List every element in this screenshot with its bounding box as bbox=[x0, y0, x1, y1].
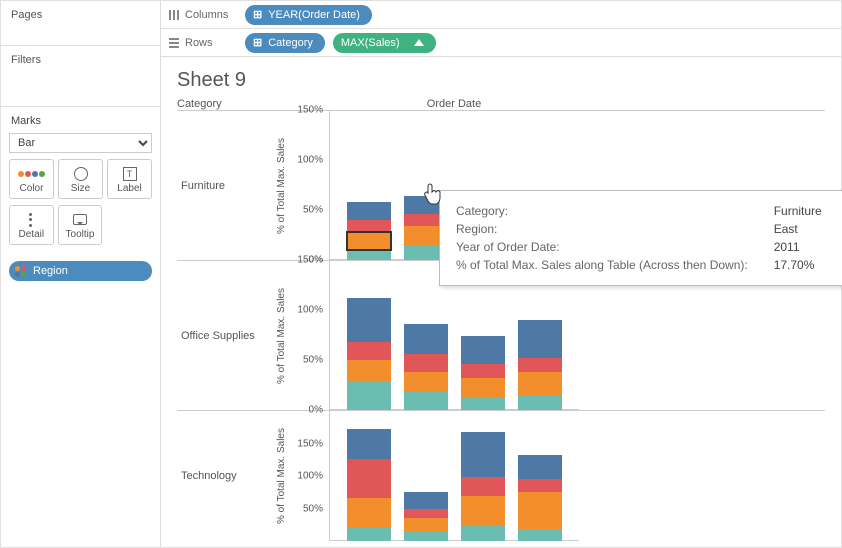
size-icon bbox=[74, 165, 88, 183]
filters-card: Filters bbox=[1, 46, 160, 107]
pill-max-sales-[interactable]: MAX(Sales) bbox=[333, 33, 436, 53]
tooltip-popup: Category:FurnitureRegion:EastYear of Ord… bbox=[439, 190, 842, 286]
bar-segment-east[interactable] bbox=[518, 492, 562, 530]
facet-label: Technology bbox=[177, 411, 273, 541]
rows-shelf[interactable]: Rows ⊞Category MAX(Sales) bbox=[161, 29, 841, 57]
y-axis-title: % of Total Max. Sales bbox=[273, 411, 289, 541]
facet-label: Office Supplies bbox=[177, 261, 273, 410]
bar-stack[interactable] bbox=[347, 298, 391, 410]
bar-stack[interactable] bbox=[347, 202, 391, 260]
detail-button[interactable]: Detail bbox=[9, 205, 54, 245]
pointer-cursor-icon bbox=[423, 182, 443, 206]
detail-icon bbox=[29, 211, 33, 229]
bar-segment-east[interactable] bbox=[347, 232, 391, 250]
bar-segment-south[interactable] bbox=[461, 477, 505, 495]
bar-segment-east[interactable] bbox=[404, 372, 448, 392]
bar-segment-central[interactable] bbox=[461, 398, 505, 410]
y-axis: 0%50%100%150% bbox=[289, 111, 329, 260]
bar-segment-west[interactable] bbox=[461, 336, 505, 364]
plot-area[interactable] bbox=[329, 411, 579, 541]
bar-segment-central[interactable] bbox=[347, 527, 391, 541]
y-axis: 50%100%150% bbox=[289, 411, 329, 541]
bar-segment-east[interactable] bbox=[461, 378, 505, 398]
color-icon bbox=[18, 165, 46, 183]
pill-year-order-date-[interactable]: ⊞YEAR(Order Date) bbox=[245, 5, 372, 25]
marks-title: Marks bbox=[1, 107, 160, 133]
bar-segment-south[interactable] bbox=[347, 342, 391, 360]
bar-stack[interactable] bbox=[518, 320, 562, 410]
bar-segment-south[interactable] bbox=[347, 220, 391, 232]
filters-title: Filters bbox=[1, 46, 160, 106]
main-area: Columns ⊞YEAR(Order Date) Rows ⊞Category… bbox=[161, 1, 841, 547]
marks-card: Marks Bar Color Size T Labe bbox=[1, 107, 160, 547]
tooltip-icon bbox=[73, 211, 87, 229]
category-header: Category bbox=[177, 98, 273, 110]
bar-stack[interactable] bbox=[404, 492, 448, 541]
y-axis-title: % of Total Max. Sales bbox=[273, 111, 289, 260]
bar-segment-central[interactable] bbox=[347, 382, 391, 410]
bar-segment-south[interactable] bbox=[461, 364, 505, 378]
bar-segment-central[interactable] bbox=[404, 531, 448, 541]
pages-card: Pages bbox=[1, 1, 160, 46]
color-icon bbox=[15, 266, 27, 277]
bar-segment-south[interactable] bbox=[347, 459, 391, 498]
bar-stack[interactable] bbox=[461, 432, 505, 541]
size-button[interactable]: Size bbox=[58, 159, 103, 199]
color-button[interactable]: Color bbox=[9, 159, 54, 199]
pill-category[interactable]: ⊞Category bbox=[245, 33, 325, 53]
label-icon: T bbox=[123, 165, 137, 183]
bar-stack[interactable] bbox=[347, 429, 391, 541]
bar-segment-east[interactable] bbox=[404, 518, 448, 531]
bar-segment-east[interactable] bbox=[518, 372, 562, 396]
bar-segment-west[interactable] bbox=[347, 202, 391, 220]
rows-icon bbox=[169, 38, 179, 48]
bar-segment-west[interactable] bbox=[461, 432, 505, 478]
facet-label: Furniture bbox=[177, 111, 273, 260]
bar-segment-south[interactable] bbox=[518, 358, 562, 372]
rows-label: Rows bbox=[169, 37, 233, 49]
y-axis: 0%50%100%150% bbox=[289, 261, 329, 410]
date-header: Order Date bbox=[329, 98, 579, 110]
bar-segment-east[interactable] bbox=[347, 498, 391, 527]
bar-segment-east[interactable] bbox=[461, 496, 505, 526]
y-axis-title: % of Total Max. Sales bbox=[273, 261, 289, 410]
bar-segment-central[interactable] bbox=[347, 250, 391, 260]
bar-segment-west[interactable] bbox=[404, 492, 448, 509]
bar-segment-south[interactable] bbox=[518, 479, 562, 492]
bar-segment-west[interactable] bbox=[518, 320, 562, 358]
facet-technology: Technology% of Total Max. Sales50%100%15… bbox=[177, 411, 825, 541]
bar-segment-central[interactable] bbox=[518, 529, 562, 541]
bar-segment-west[interactable] bbox=[347, 429, 391, 459]
bar-segment-central[interactable] bbox=[518, 396, 562, 410]
columns-icon bbox=[169, 10, 179, 20]
chart[interactable]: Furniture% of Total Max. Sales0%50%100%1… bbox=[177, 110, 825, 541]
left-panels: Pages Filters Marks Bar Color Size bbox=[1, 1, 161, 547]
bar-segment-south[interactable] bbox=[404, 509, 448, 518]
bar-segment-west[interactable] bbox=[404, 324, 448, 354]
sheet-title: Sheet 9 bbox=[177, 69, 825, 92]
bar-segment-west[interactable] bbox=[518, 455, 562, 478]
bar-segment-central[interactable] bbox=[404, 392, 448, 410]
bar-stack[interactable] bbox=[404, 324, 448, 410]
bar-segment-central[interactable] bbox=[461, 525, 505, 541]
pages-title: Pages bbox=[1, 1, 160, 45]
columns-label: Columns bbox=[169, 9, 233, 21]
tooltip-button[interactable]: Tooltip bbox=[58, 205, 103, 245]
mark-type-select[interactable]: Bar bbox=[9, 133, 152, 153]
label-button[interactable]: T Label bbox=[107, 159, 152, 199]
columns-shelf[interactable]: Columns ⊞YEAR(Order Date) bbox=[161, 1, 841, 29]
bar-segment-south[interactable] bbox=[404, 354, 448, 372]
bar-stack[interactable] bbox=[518, 455, 562, 541]
bar-segment-east[interactable] bbox=[347, 360, 391, 382]
marks-pill-region[interactable]: Region bbox=[9, 261, 152, 281]
bar-stack[interactable] bbox=[461, 336, 505, 410]
bar-segment-west[interactable] bbox=[347, 298, 391, 342]
